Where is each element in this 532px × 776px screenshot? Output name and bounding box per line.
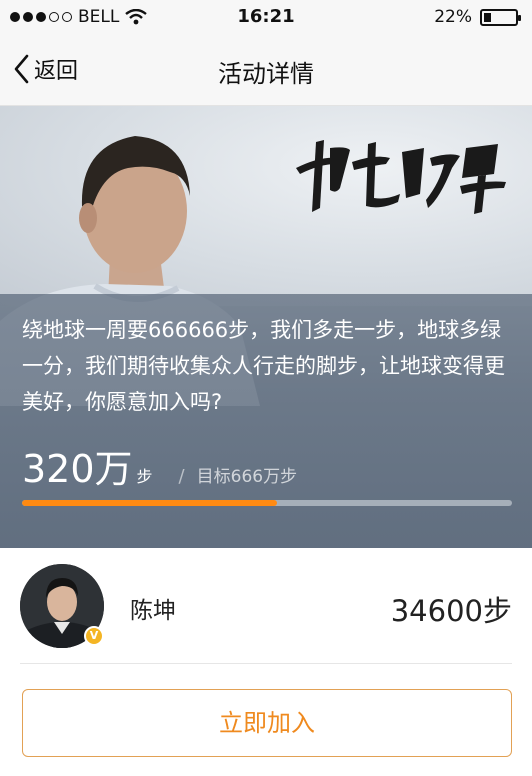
participant-steps: 34600步 xyxy=(390,594,512,628)
steps-progress-fill xyxy=(22,500,277,506)
step-summary: 320万 步 / 目标666万步 xyxy=(22,438,297,493)
steps-progress-bar xyxy=(22,500,512,506)
total-steps-unit: 步 xyxy=(136,467,153,486)
nav-bar: 返回 活动详情 xyxy=(0,36,532,106)
participant-row[interactable]: V 陈坤 34600步 xyxy=(0,548,532,664)
battery-fill xyxy=(484,12,491,22)
verified-badge-icon: V xyxy=(84,626,104,646)
participant-name: 陈坤 xyxy=(130,598,176,624)
battery-percent: 22% xyxy=(434,7,472,27)
chevron-left-icon xyxy=(14,54,29,84)
steps-goal: 目标666万步 xyxy=(196,467,298,487)
join-button[interactable]: 立即加入 xyxy=(22,689,512,757)
page-title: 活动详情 xyxy=(218,60,314,88)
steps-separator: / xyxy=(178,466,185,487)
status-bar: BELL 16:21 22% xyxy=(0,0,532,36)
banner-calligraphy-logo xyxy=(296,140,506,214)
battery-icon xyxy=(480,8,521,26)
total-steps-value: 320万 xyxy=(22,447,133,491)
divider xyxy=(20,663,512,664)
back-label: 返回 xyxy=(34,59,79,84)
status-right: 22% xyxy=(434,7,521,27)
activity-description: 绕地球一周要666666步，我们多走一步，地球多绿一分，我们期待收集众人行走的脚… xyxy=(22,318,505,414)
activity-banner: 绕地球一周要666666步，我们多走一步，地球多绿一分，我们期待收集众人行走的脚… xyxy=(0,106,532,548)
back-button[interactable]: 返回 xyxy=(12,53,78,85)
